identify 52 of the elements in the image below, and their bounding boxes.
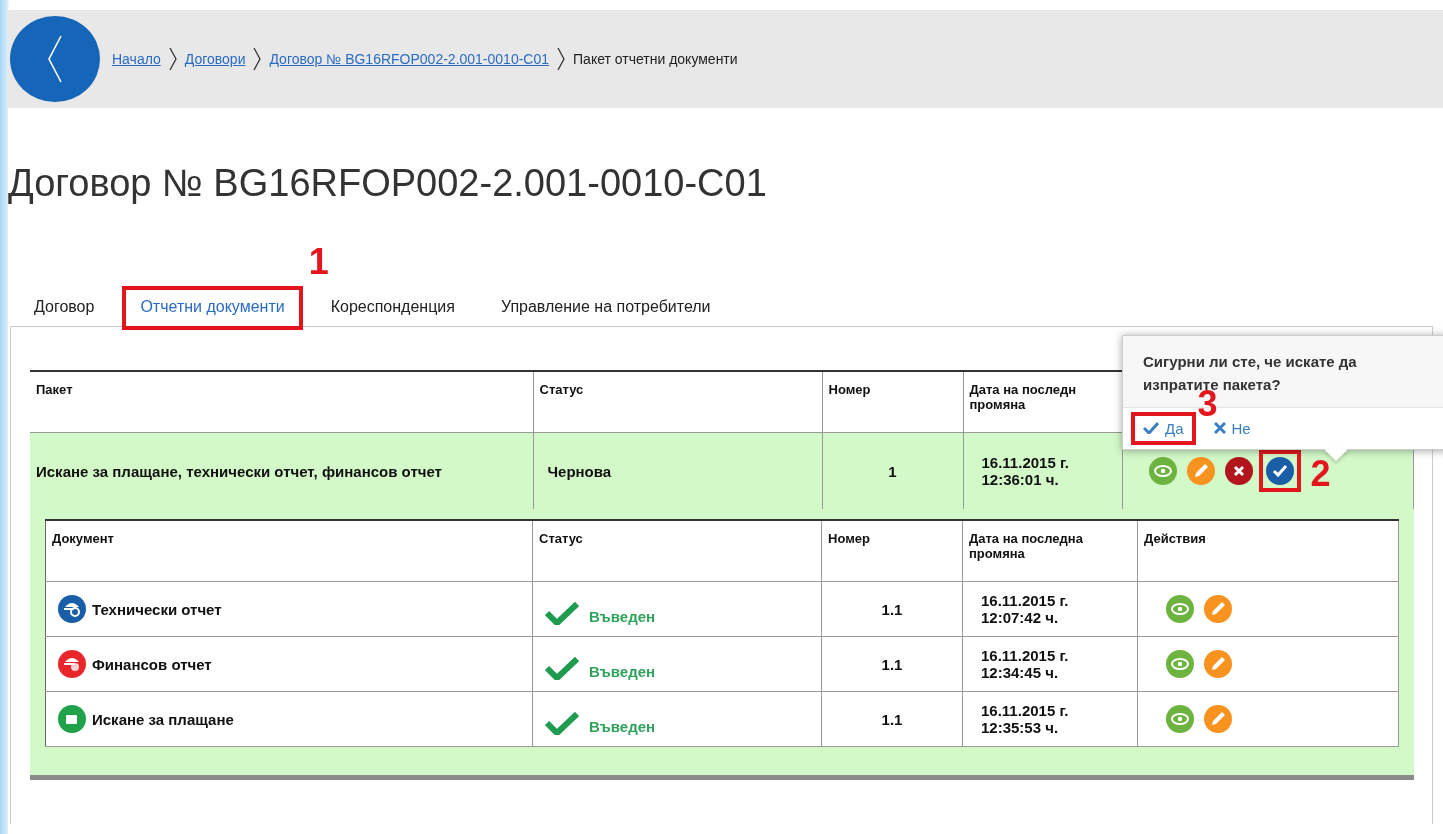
chevron-icon	[168, 47, 177, 71]
column-header: Номер	[822, 371, 963, 433]
status-text: Въведен	[589, 608, 656, 625]
pencil-icon[interactable]	[1186, 457, 1215, 485]
table-cell: 1.1	[821, 691, 963, 747]
chevron-left-icon[interactable]	[45, 34, 65, 84]
column-header: Пакет	[30, 371, 533, 433]
close-icon[interactable]	[1224, 457, 1253, 485]
tab[interactable]: Управление на потребители	[486, 290, 725, 326]
eye-icon[interactable]	[1166, 650, 1194, 678]
yes-button[interactable]: Да	[1135, 415, 1192, 441]
chevron-icon	[557, 47, 566, 71]
checkmark-icon	[545, 656, 579, 680]
document-name: Финансов отчет	[92, 655, 212, 673]
page-title: Договор № BG16RFOP002-2.001-0010-C01	[8, 162, 768, 205]
pencil-icon[interactable]	[1204, 705, 1232, 733]
checkmark-icon	[545, 601, 579, 625]
eye-icon[interactable]	[1148, 457, 1177, 485]
status-text: Въведен	[589, 663, 656, 680]
checkmark-icon	[545, 711, 579, 735]
pencil-icon[interactable]	[1204, 650, 1232, 678]
pencil-icon[interactable]	[1204, 595, 1232, 623]
tab[interactable]: Договор	[20, 290, 109, 326]
document-name: Технически отчет	[92, 600, 222, 618]
table-cell: 16.11.2015 г. 12:35:53 ч.	[962, 691, 1138, 747]
wallet-icon	[58, 705, 86, 733]
breadcrumb-current: Пакет отчетни документи	[573, 51, 738, 67]
eye-icon[interactable]	[1166, 595, 1194, 623]
table-cell: 1.1	[821, 581, 963, 637]
status-text: Въведен	[589, 718, 656, 735]
column-header: Номер	[821, 520, 963, 582]
checkmark-icon[interactable]	[1265, 457, 1294, 485]
column-header: Дата на последна промяна	[962, 520, 1138, 582]
tab[interactable]: Кореспонденция	[316, 290, 469, 326]
breadcrumb-link[interactable]: Начало	[112, 51, 161, 67]
document-name: Искане за плащане	[92, 710, 234, 728]
table-cell: 1.1	[821, 636, 963, 692]
table-cell: 16.11.2015 г. 12:34:45 ч.	[962, 636, 1138, 692]
column-header: Статус	[532, 520, 822, 582]
close-icon	[1213, 422, 1226, 434]
no-button[interactable]: Не	[1205, 415, 1259, 441]
table-cell: 16.11.2015 г. 12:07:42 ч.	[962, 581, 1138, 637]
column-header: Статус	[533, 371, 822, 433]
callout-number: 1	[308, 244, 329, 280]
checkmark-icon	[1143, 422, 1159, 434]
callout-number: 2	[1310, 456, 1331, 492]
column-header: Документ	[45, 520, 533, 582]
column-header: Действия	[1137, 520, 1398, 582]
breadcrumb-link[interactable]: Договор № BG16RFOP002-2.001-0010-C01	[269, 51, 550, 67]
chevron-icon	[253, 47, 262, 71]
breadcrumb-link[interactable]: Договори	[184, 51, 246, 67]
eye-icon[interactable]	[1166, 705, 1194, 733]
